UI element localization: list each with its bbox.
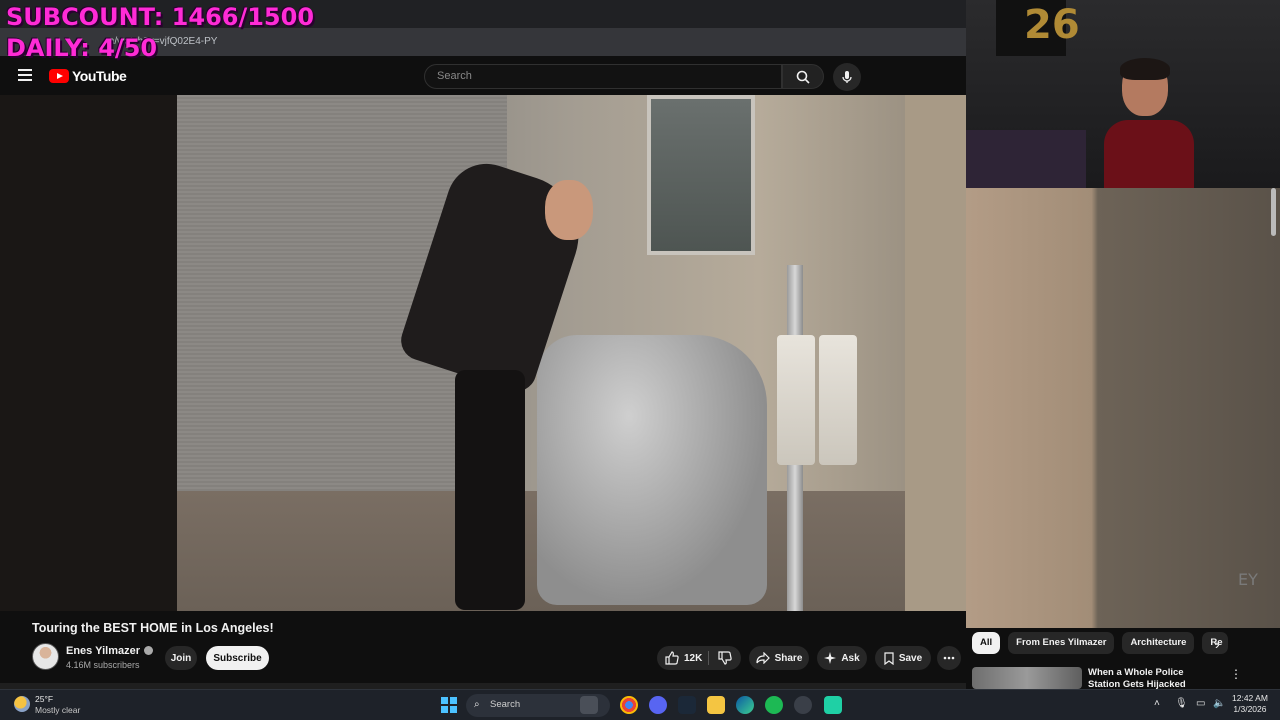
app-icon[interactable] bbox=[824, 696, 842, 714]
channel-watermark[interactable]: EY bbox=[1238, 570, 1258, 589]
streamer-figure bbox=[1104, 58, 1194, 188]
clock-date: 1/3/2026 bbox=[1233, 704, 1267, 714]
filter-chips: All From Enes Yilmazer Architecture Re bbox=[972, 632, 1229, 654]
ask-button[interactable]: Ask bbox=[817, 646, 867, 670]
chip-architecture[interactable]: Architecture bbox=[1122, 632, 1195, 654]
chip-from-channel[interactable]: From Enes Yilmazer bbox=[1008, 632, 1115, 654]
weather-condition[interactable]: Mostly clear bbox=[35, 705, 80, 715]
edge-icon[interactable] bbox=[736, 696, 754, 714]
video-title: Touring the BEST HOME in Los Angeles! bbox=[32, 621, 274, 635]
weather-icon[interactable] bbox=[14, 696, 30, 712]
balloon-text: 26 bbox=[1024, 2, 1080, 48]
youtube-play-icon bbox=[49, 69, 69, 83]
video-towels bbox=[777, 335, 863, 465]
save-button[interactable]: Save bbox=[875, 646, 931, 670]
recommendation-more-icon[interactable]: ⋮ bbox=[1230, 667, 1242, 681]
recommendation-title[interactable]: When a Whole Police Station Gets Hijacke… bbox=[1088, 667, 1218, 689]
chrome-icon[interactable] bbox=[620, 696, 638, 714]
search-input[interactable]: Search bbox=[424, 64, 782, 89]
file-explorer-icon[interactable] bbox=[707, 696, 725, 714]
network-icon[interactable]: ▭ bbox=[1196, 698, 1205, 709]
widget-app-icon[interactable] bbox=[580, 696, 598, 714]
discord-icon[interactable] bbox=[649, 696, 667, 714]
save-label: Save bbox=[898, 652, 923, 664]
channel-name[interactable]: Enes Yilmazer bbox=[66, 645, 153, 657]
chip-all[interactable]: All bbox=[972, 632, 1001, 654]
ask-label: Ask bbox=[841, 652, 860, 664]
daily-overlay: DAILY: 4/50 bbox=[6, 34, 158, 62]
windows-start-icon[interactable] bbox=[441, 697, 457, 713]
thumbs-down-icon bbox=[718, 651, 732, 665]
taskbar-search-label: Search bbox=[490, 699, 521, 710]
dislike-button[interactable] bbox=[715, 646, 735, 670]
menu-icon[interactable] bbox=[18, 69, 32, 81]
video-towel bbox=[819, 335, 857, 465]
bookmark-icon bbox=[884, 651, 894, 665]
subscriber-count: 4.16M subscribers bbox=[66, 660, 140, 670]
taskbar-clock[interactable]: 12:42 AM 1/3/2026 bbox=[1232, 693, 1268, 715]
number-balloon: 26 bbox=[996, 0, 1080, 56]
video-frame[interactable] bbox=[177, 95, 905, 611]
like-count: 12K bbox=[684, 652, 703, 664]
spotify-icon[interactable] bbox=[765, 696, 783, 714]
clock-time: 12:42 AM bbox=[1232, 693, 1268, 703]
video-player[interactable] bbox=[0, 95, 966, 611]
video-host-figure bbox=[395, 153, 595, 610]
video-mirror bbox=[647, 95, 755, 255]
search-button[interactable] bbox=[782, 64, 824, 89]
speaker-icon[interactable]: 🔈 bbox=[1213, 698, 1225, 709]
taskbar: 25°F Mostly clear ⌕ Search ˄ 🎙 ▭ 🔈 12:42… bbox=[0, 689, 1280, 720]
video-right-edge bbox=[905, 95, 966, 611]
subscribe-button[interactable]: Subscribe bbox=[206, 646, 269, 670]
voice-search-button[interactable] bbox=[833, 63, 861, 91]
channel-avatar[interactable] bbox=[32, 643, 59, 670]
streamer-webcam: 26 bbox=[966, 0, 1280, 188]
scrollbar-thumb[interactable] bbox=[1271, 188, 1276, 236]
search-icon bbox=[796, 70, 810, 84]
channel-name-text[interactable]: Enes Yilmazer bbox=[66, 645, 140, 657]
verified-icon bbox=[144, 646, 153, 655]
youtube-logo-text: YouTube bbox=[72, 68, 127, 84]
youtube-logo[interactable]: YouTube bbox=[49, 68, 127, 84]
microphone-icon bbox=[842, 71, 852, 83]
video-towel bbox=[777, 335, 815, 465]
webcam-desk bbox=[966, 130, 1086, 188]
microphone-tray-icon[interactable]: 🎙 bbox=[1175, 698, 1188, 709]
settings-icon[interactable] bbox=[794, 696, 812, 714]
taskbar-search-icon: ⌕ bbox=[474, 699, 480, 710]
chevron-up-icon[interactable]: ˄ bbox=[1154, 698, 1160, 709]
sparkle-icon bbox=[824, 652, 837, 664]
like-divider bbox=[708, 651, 709, 665]
more-actions-button[interactable] bbox=[937, 646, 961, 670]
more-horizontal-icon bbox=[943, 656, 955, 660]
weather-temperature[interactable]: 25°F bbox=[35, 694, 53, 704]
thumbs-up-icon bbox=[665, 651, 679, 665]
steam-icon[interactable] bbox=[678, 696, 696, 714]
share-button[interactable]: Share bbox=[749, 646, 809, 670]
share-label: Share bbox=[774, 652, 803, 664]
video-background-right bbox=[966, 188, 1280, 628]
subcount-overlay: SUBCOUNT: 1466/1500 bbox=[6, 3, 315, 31]
recommendation-thumbnail[interactable] bbox=[972, 667, 1082, 689]
video-letterbox-left bbox=[0, 95, 177, 611]
chevron-right-icon[interactable]: › bbox=[1215, 636, 1220, 652]
join-button[interactable]: Join bbox=[165, 646, 197, 670]
share-icon bbox=[755, 652, 770, 664]
